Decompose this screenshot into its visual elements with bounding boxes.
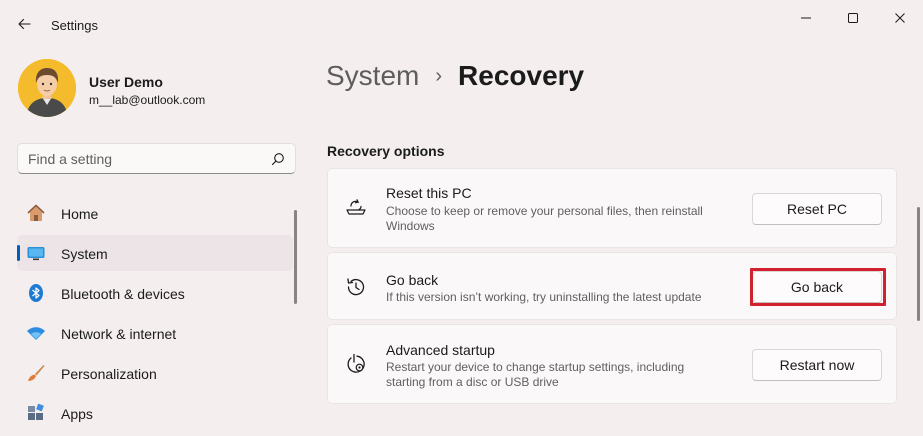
active-indicator [17, 245, 20, 261]
main-scrollbar[interactable] [917, 207, 920, 321]
section-title: Recovery options [327, 143, 445, 159]
option-title: Advanced startup [386, 342, 495, 358]
option-title: Reset this PC [386, 185, 472, 201]
sidebar-item-network[interactable]: Network & internet [17, 315, 293, 351]
close-button[interactable] [888, 8, 912, 28]
user-name: User Demo [89, 74, 163, 90]
system-display-icon [27, 247, 45, 261]
sidebar-item-label: Network & internet [61, 326, 177, 342]
sidebar-item-bluetooth[interactable]: Bluetooth & devices [17, 275, 293, 311]
sidebar-item-label: Personalization [61, 366, 157, 382]
bluetooth-icon [29, 284, 43, 302]
sidebar-item-label: Apps [61, 406, 93, 422]
reset-pc-card: Reset this PC Choose to keep or remove y… [327, 168, 897, 248]
minimize-button[interactable] [794, 8, 818, 28]
maximize-icon [848, 13, 858, 23]
sidebar-item-label: Bluetooth & devices [61, 286, 185, 302]
user-email: m__lab@outlook.com [89, 93, 206, 107]
breadcrumb-separator-icon: › [435, 64, 443, 87]
paintbrush-icon [28, 365, 45, 381]
sidebar-nav: Home System Bluetooth & devices Network … [17, 195, 293, 435]
back-button[interactable] [12, 12, 36, 36]
restart-now-button[interactable]: Restart now [752, 349, 882, 381]
user-avatar-icon [18, 59, 76, 117]
sidebar-item-home[interactable]: Home [17, 195, 293, 231]
option-description: Restart your device to change startup se… [386, 360, 685, 389]
maximize-button[interactable] [841, 8, 865, 28]
advanced-startup-card: Advanced startup Restart your device to … [327, 324, 897, 404]
apps-icon [28, 403, 44, 420]
app-title: Settings [51, 18, 98, 33]
back-arrow-icon [18, 18, 31, 30]
sidebar-scrollbar[interactable] [294, 210, 297, 304]
home-icon [27, 204, 45, 221]
close-icon [895, 13, 905, 23]
title-bar: Settings [0, 0, 923, 44]
reset-pc-button[interactable]: Reset PC [752, 193, 882, 225]
reset-pc-icon [346, 199, 366, 215]
sidebar-item-system[interactable]: System [17, 235, 293, 271]
page-title: Recovery [458, 60, 585, 91]
sidebar-item-personalization[interactable]: Personalization [17, 355, 293, 391]
avatar[interactable] [18, 59, 76, 117]
wifi-icon [27, 327, 45, 340]
option-description: Choose to keep or remove your personal f… [386, 204, 703, 233]
search-input[interactable] [28, 149, 258, 169]
breadcrumb-parent[interactable]: System [326, 60, 419, 92]
advanced-startup-icon [347, 353, 365, 373]
option-description: If this version isn’t working, try unins… [386, 290, 702, 304]
history-icon [347, 278, 365, 296]
breadcrumb: System › Recovery [326, 60, 584, 92]
minimize-icon [801, 17, 811, 19]
sidebar-item-label: System [61, 246, 108, 262]
sidebar-item-label: Home [61, 206, 99, 222]
highlight-box [750, 268, 886, 306]
search-box[interactable] [17, 143, 296, 174]
search-icon[interactable] [271, 152, 285, 166]
sidebar-item-apps[interactable]: Apps [17, 395, 293, 431]
option-title: Go back [386, 272, 439, 288]
